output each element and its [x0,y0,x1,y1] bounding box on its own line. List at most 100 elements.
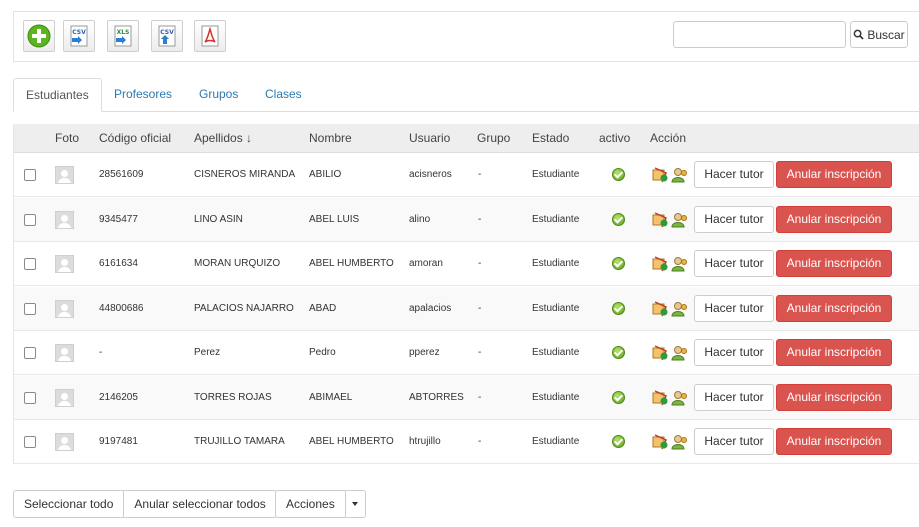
unenroll-button[interactable]: Anular inscripción [776,294,892,322]
xls-import-icon: XLS [114,25,132,47]
delete-user-icon[interactable] [652,434,669,450]
make-tutor-button[interactable]: Hacer tutor [694,383,774,411]
unenroll-button[interactable]: Anular inscripción [776,339,892,366]
user-settings-icon[interactable] [671,301,688,317]
selection-button-group: Seleccionar todo Anular seleccionar todo… [13,490,277,518]
cell-grupo: - [478,391,482,403]
cell-codigo: 6161634 [99,258,138,269]
table-header: Foto Código oficial Apellidos ↓ Nombre U… [14,124,919,153]
user-settings-icon[interactable] [671,345,688,361]
row-checkbox[interactable] [24,302,36,315]
row-checkbox[interactable] [24,213,36,226]
deselect-all-button[interactable]: Anular seleccionar todos [124,490,277,518]
unenroll-button[interactable]: Anular inscripción [776,205,892,233]
csv-label: CSV [72,29,86,36]
actions-caret-button[interactable] [345,490,366,518]
row-checkbox[interactable] [24,436,36,448]
tab-profesores[interactable]: Profesores [114,78,172,112]
export-pdf-button[interactable] [194,20,226,52]
cell-codigo: 9345477 [99,213,138,225]
cell-apellidos: TORRES ROJAS [194,391,272,403]
cell-nombre: ABILIO [309,169,342,180]
delete-user-icon[interactable] [652,389,669,406]
cell-estado: Estudiante [532,347,580,358]
make-tutor-button[interactable]: Hacer tutor [694,205,774,233]
cell-nombre: ABEL HUMBERTO [309,258,394,269]
search-button[interactable]: Buscar [850,21,908,48]
table-row: 9197481 TRUJILLO TAMARA ABEL HUMBERTO htruj… [14,420,919,464]
avatar [55,388,74,407]
unenroll-button[interactable]: Anular inscripción [776,383,892,411]
row-checkbox[interactable] [24,347,36,359]
cell-codigo: 2146205 [99,391,138,403]
user-settings-icon[interactable] [671,167,688,183]
user-settings-icon[interactable] [671,212,688,228]
tab-clases[interactable]: Clases [265,78,302,112]
add-button[interactable] [23,20,55,52]
header-codigo[interactable]: Código oficial [99,124,171,153]
make-tutor-button[interactable]: Hacer tutor [694,250,774,277]
user-settings-icon[interactable] [671,390,688,406]
delete-user-icon[interactable] [652,300,669,317]
make-tutor-button[interactable]: Hacer tutor [694,339,774,366]
cell-usuario: amoran [409,258,443,269]
cell-apellidos: LINO ASIN [194,213,243,225]
cell-estado: Estudiante [532,169,580,180]
header-estado[interactable]: Estado [532,124,569,153]
unenroll-button[interactable]: Anular inscripción [776,161,892,188]
header-usuario[interactable]: Usuario [409,124,450,153]
import-xls-button[interactable]: XLS [107,20,139,52]
export-csv-button[interactable]: CSV [151,20,183,52]
csv-export-icon: CSV [158,25,176,47]
search-input[interactable] [673,21,846,48]
cell-apellidos: TRUJILLO TAMARA [194,436,285,447]
table-row: 9345477 LINO ASIN ABEL LUIS alino - Estudiant… [14,197,919,242]
make-tutor-button[interactable]: Hacer tutor [694,294,774,322]
cell-grupo: - [478,169,482,180]
cell-usuario: htrujillo [409,436,441,447]
cell-apellidos: Perez [194,347,221,358]
active-check-icon [612,212,625,226]
row-checkbox[interactable] [24,169,36,181]
header-nombre[interactable]: Nombre [309,124,352,153]
xls-label: XLS [117,29,130,36]
chevron-down-icon [352,502,359,506]
actions-button[interactable]: Acciones [275,490,346,518]
cell-usuario: pperez [409,347,440,358]
active-check-icon [612,346,625,359]
avatar [55,210,74,229]
table-row: - Perez Pedro pperez - Estudiante Hacer tutor A… [14,331,919,375]
active-check-icon [612,390,625,404]
unenroll-button[interactable]: Anular inscripción [776,250,892,277]
search-button-label: Buscar [867,27,905,42]
header-apellidos[interactable]: Apellidos ↓ [194,124,252,153]
unenroll-button[interactable]: Anular inscripción [776,428,892,455]
select-all-button[interactable]: Seleccionar todo [13,490,125,518]
header-activo[interactable]: activo [599,124,630,153]
user-settings-icon[interactable] [671,434,688,450]
cell-estado: Estudiante [532,213,580,225]
delete-user-icon[interactable] [652,167,669,183]
header-grupo[interactable]: Grupo [477,124,510,153]
row-checkbox[interactable] [24,391,36,404]
cell-grupo: - [478,347,482,358]
cell-usuario: alino [409,213,431,225]
cell-codigo: 44800686 [99,302,144,314]
cell-grupo: - [478,258,482,269]
table-row: 6161634 MORAN URQUIZO ABEL HUMBERTO amoran -… [14,242,919,286]
delete-user-icon[interactable] [652,345,669,361]
cell-grupo: - [478,436,482,447]
row-checkbox[interactable] [24,258,36,270]
cell-codigo: - [99,347,103,358]
delete-user-icon[interactable] [652,211,669,228]
make-tutor-button[interactable]: Hacer tutor [694,161,774,188]
user-settings-icon[interactable] [671,256,688,272]
delete-user-icon[interactable] [652,256,669,272]
import-csv-button[interactable]: CSV [63,20,95,52]
tab-grupos[interactable]: Grupos [199,78,238,112]
cell-nombre: ABEL HUMBERTO [309,436,394,447]
make-tutor-button[interactable]: Hacer tutor [694,428,774,455]
active-check-icon [612,435,625,448]
cell-estado: Estudiante [532,436,580,447]
tab-estudiantes[interactable]: Estudiantes [13,78,102,112]
